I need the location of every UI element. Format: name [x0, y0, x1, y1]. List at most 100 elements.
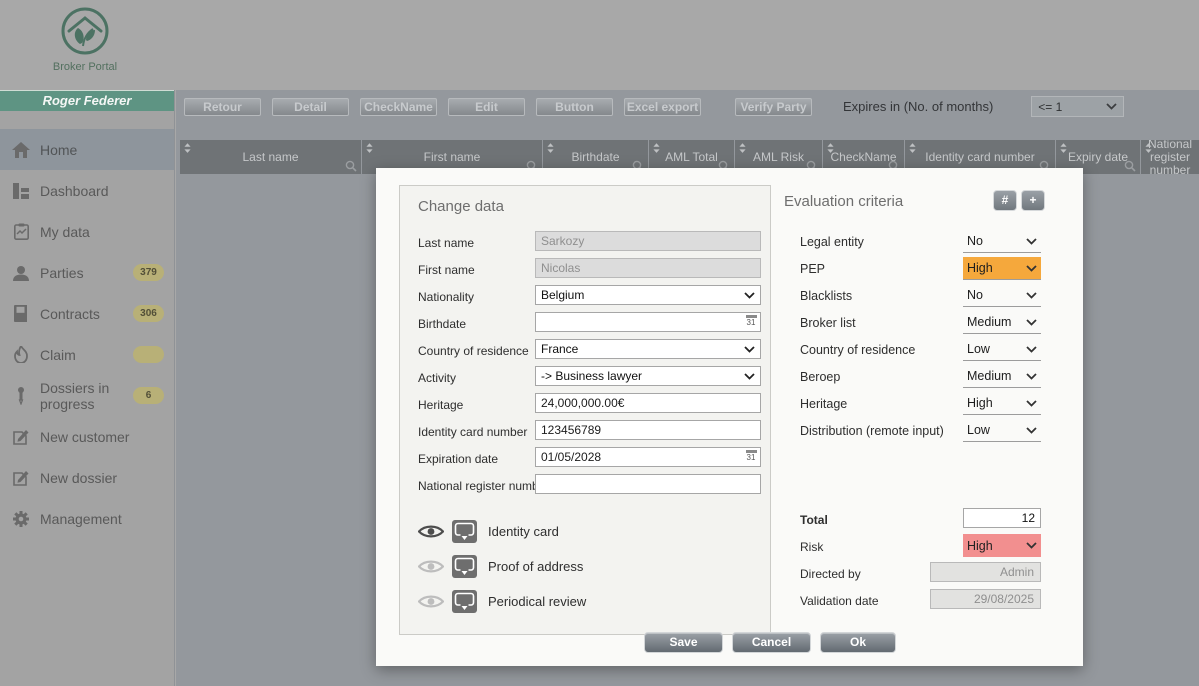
identity-card-document-icon[interactable] [452, 520, 477, 543]
chevron-down-icon [744, 373, 755, 380]
total-label: Total [800, 513, 828, 527]
sort-icon[interactable] [366, 143, 373, 153]
plus-button[interactable]: + [1021, 190, 1045, 211]
retour-button[interactable]: Retour [184, 98, 261, 116]
heritage-criteria-select[interactable]: High [963, 392, 1041, 415]
chevron-down-icon [1026, 265, 1037, 272]
sort-icon[interactable] [1145, 143, 1152, 153]
pep-label: PEP [800, 262, 825, 276]
parties-count-badge: 379 [133, 264, 164, 281]
sidebar-item-claim[interactable]: Claim [0, 334, 174, 375]
cancel-button[interactable]: Cancel [732, 632, 811, 653]
sidebar-item-label: Home [40, 142, 77, 158]
sort-icon[interactable] [827, 143, 834, 153]
column-label: Expiry date [1068, 151, 1128, 164]
sidebar-item-new-customer[interactable]: New customer [0, 416, 174, 457]
sidebar-item-dossiers-in-progress[interactable]: Dossiers in progress 6 [0, 375, 174, 416]
document-label: Identity card [488, 524, 559, 539]
sidebar-item-parties[interactable]: Parties 379 [0, 252, 174, 293]
sidebar-item-label: Dashboard [40, 183, 109, 199]
expires-in-select[interactable]: <= 1 [1031, 96, 1124, 117]
column-header-last-name[interactable]: Last name [180, 140, 361, 174]
expires-in-label: Expires in (No. of months) [843, 99, 993, 114]
pep-select[interactable]: High [963, 257, 1041, 280]
sort-icon[interactable] [184, 143, 191, 153]
edit-button[interactable]: Edit [448, 98, 525, 116]
criteria-row-legal-entity: Legal entity No [784, 229, 1046, 256]
document-row-periodical-review: Periodical review [418, 584, 748, 619]
change-data-title: Change data [418, 198, 504, 215]
verify-party-button[interactable]: Verify Party [735, 98, 812, 116]
criteria-row-beroep: Beroep Medium [784, 364, 1046, 391]
beroep-select[interactable]: Medium [963, 365, 1041, 388]
sort-icon[interactable] [909, 143, 916, 153]
column-header-national-register-number[interactable]: National register number [1140, 140, 1199, 174]
national-register-number-field[interactable] [535, 474, 761, 494]
blacklists-label: Blacklists [800, 289, 852, 303]
nationality-select[interactable]: Belgium [535, 285, 761, 305]
first-name-field[interactable] [535, 258, 761, 278]
directed-by-label: Directed by [800, 567, 861, 581]
activity-value: -> Business lawyer [541, 369, 642, 383]
evaluation-summary: Total Risk High Directed by Admin Valida… [784, 507, 1046, 615]
periodical-review-document-icon[interactable] [452, 590, 477, 613]
button-button[interactable]: Button [536, 98, 613, 116]
sort-icon[interactable] [653, 143, 660, 153]
chevron-down-icon [1026, 427, 1037, 434]
sort-icon[interactable] [1060, 143, 1067, 153]
chevron-down-icon [1026, 238, 1037, 245]
legal-entity-select[interactable]: No [963, 230, 1041, 253]
excel-export-button[interactable]: Excel export [624, 98, 701, 116]
identity-card-number-field[interactable] [535, 420, 761, 440]
expiration-date-label: Expiration date [418, 452, 498, 466]
last-name-field[interactable] [535, 231, 761, 251]
proof-of-address-document-icon[interactable] [452, 555, 477, 578]
sidebar-item-my-data[interactable]: My data [0, 211, 174, 252]
form-row-last-name: Last name [418, 230, 762, 257]
expiration-date-field[interactable] [535, 447, 761, 467]
sort-icon[interactable] [739, 143, 746, 153]
sidebar-item-new-dossier[interactable]: New dossier [0, 457, 174, 498]
brand-logo: Broker Portal [42, 4, 128, 73]
sidebar-item-dashboard[interactable]: Dashboard [0, 170, 174, 211]
broker-list-select[interactable]: Medium [963, 311, 1041, 334]
eye-icon[interactable] [418, 524, 444, 539]
detail-button[interactable]: Detail [272, 98, 349, 116]
sort-icon[interactable] [547, 143, 554, 153]
column-label: First name [424, 151, 481, 164]
save-button[interactable]: Save [644, 632, 723, 653]
chevron-down-icon [1026, 542, 1037, 549]
document-label: Proof of address [488, 559, 583, 574]
form-row-national-register-number: National register number [418, 473, 762, 500]
sidebar-item-label: Parties [40, 265, 84, 281]
eye-icon[interactable] [418, 594, 444, 609]
ok-button[interactable]: Ok [820, 632, 896, 653]
search-icon[interactable] [345, 160, 357, 172]
hash-button[interactable]: # [993, 190, 1017, 211]
column-label: AML Total [665, 151, 718, 164]
checkname-button[interactable]: CheckName [360, 98, 437, 116]
sidebar-item-home[interactable]: Home [0, 129, 174, 170]
eye-icon[interactable] [418, 559, 444, 574]
calendar-icon[interactable]: 31 [744, 315, 758, 329]
blacklists-select[interactable]: No [963, 284, 1041, 307]
sidebar-item-management[interactable]: Management [0, 498, 174, 539]
birthdate-field[interactable] [535, 312, 761, 332]
validation-date-label: Validation date [800, 594, 879, 608]
heritage-field[interactable] [535, 393, 761, 413]
risk-select[interactable]: High [963, 534, 1041, 557]
country-of-residence-select[interactable]: France [535, 339, 761, 359]
criteria-list: Legal entity No PEP High Blacklists No [784, 229, 1046, 445]
activity-select[interactable]: -> Business lawyer [535, 366, 761, 386]
top-band: Broker Portal [0, 0, 1199, 90]
total-field[interactable] [963, 508, 1041, 528]
sidebar-item-label: Management [40, 511, 122, 527]
country-of-residence-criteria-select[interactable]: Low [963, 338, 1041, 361]
birthdate-label: Birthdate [418, 317, 466, 331]
broker-list-value: Medium [967, 315, 1011, 329]
distribution-select[interactable]: Low [963, 419, 1041, 442]
sidebar-item-contracts[interactable]: Contracts 306 [0, 293, 174, 334]
toolbar: Retour Detail CheckName Edit Button Exce… [184, 96, 1199, 117]
search-icon[interactable] [1124, 160, 1136, 172]
calendar-icon[interactable]: 31 [744, 450, 758, 464]
